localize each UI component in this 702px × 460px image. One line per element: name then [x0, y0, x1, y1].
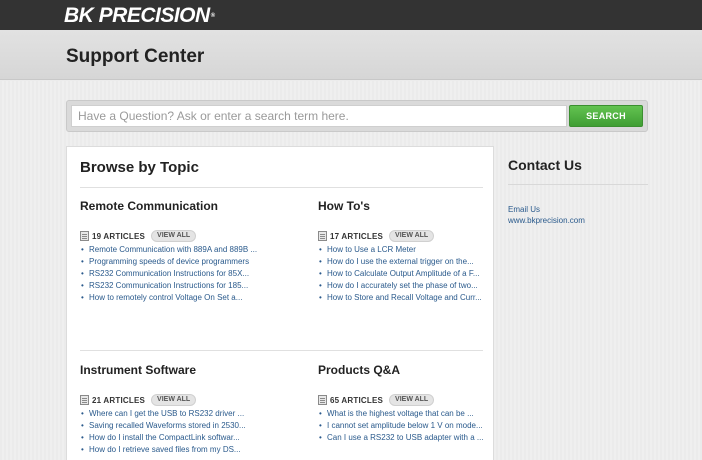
website-link[interactable]: www.bkprecision.com — [508, 216, 585, 225]
topic-title[interactable]: Instrument Software — [80, 363, 260, 377]
article-link[interactable]: How to Use a LCR Meter — [318, 245, 488, 255]
topic-meta: 21 ARTICLES VIEW ALL — [80, 394, 260, 406]
search-bar: SEARCH — [66, 100, 648, 132]
article-link[interactable]: I cannot set amplitude below 1 V on mode… — [318, 421, 488, 431]
article-link[interactable]: Programming speeds of device programmers — [80, 257, 260, 267]
divider — [80, 350, 483, 351]
article-link[interactable]: Can I use a RS232 to USB adapter with a … — [318, 433, 488, 443]
article-link[interactable]: How to Store and Recall Voltage and Curr… — [318, 293, 488, 303]
view-all-button[interactable]: VIEW ALL — [151, 230, 197, 242]
topic-instrument-software: Instrument Software 21 ARTICLES VIEW ALL… — [80, 363, 260, 457]
topic-products-qa: Products Q&A 65 ARTICLES VIEW ALL What i… — [318, 363, 488, 445]
topic-title[interactable]: Remote Communication — [80, 199, 260, 213]
view-all-button[interactable]: VIEW ALL — [151, 394, 197, 406]
article-list: How to Use a LCR Meter How do I use the … — [318, 245, 488, 303]
article-count: 65 ARTICLES — [330, 395, 384, 405]
divider — [508, 184, 648, 185]
top-bar: BK PRECISION® — [0, 0, 702, 30]
divider — [80, 187, 483, 188]
view-all-button[interactable]: VIEW ALL — [389, 230, 435, 242]
article-link[interactable]: How do I retrieve saved files from my DS… — [80, 445, 260, 455]
topic-title[interactable]: How To's — [318, 199, 488, 213]
article-link[interactable]: How do I install the CompactLink softwar… — [80, 433, 260, 443]
logo-text: BK PRECISION — [64, 4, 210, 27]
topic-meta: 19 ARTICLES VIEW ALL — [80, 230, 260, 242]
document-icon — [80, 395, 89, 405]
article-count: 19 ARTICLES — [92, 231, 146, 241]
article-list: What is the highest voltage that can be … — [318, 409, 488, 443]
article-list: Remote Communication with 889A and 889B … — [80, 245, 260, 303]
search-button[interactable]: SEARCH — [569, 105, 643, 127]
article-count: 17 ARTICLES — [330, 231, 384, 241]
article-link[interactable]: RS232 Communication Instructions for 85X… — [80, 269, 260, 279]
article-count: 21 ARTICLES — [92, 395, 146, 405]
article-link[interactable]: What is the highest voltage that can be … — [318, 409, 488, 419]
topic-meta: 65 ARTICLES VIEW ALL — [318, 394, 488, 406]
article-list: Where can I get the USB to RS232 driver … — [80, 409, 260, 455]
trademark-mark: ® — [210, 13, 215, 19]
article-link[interactable]: How do I accurately set the phase of two… — [318, 281, 488, 291]
document-icon — [318, 395, 327, 405]
search-input[interactable] — [71, 105, 567, 127]
article-link[interactable]: RS232 Communication Instructions for 185… — [80, 281, 260, 291]
article-link[interactable]: How to Calculate Output Amplitude of a F… — [318, 269, 488, 279]
article-link[interactable]: Saving recalled Waveforms stored in 2530… — [80, 421, 260, 431]
article-link[interactable]: Where can I get the USB to RS232 driver … — [80, 409, 260, 419]
topic-how-tos: How To's 17 ARTICLES VIEW ALL How to Use… — [318, 199, 488, 305]
document-icon — [80, 231, 89, 241]
topic-meta: 17 ARTICLES VIEW ALL — [318, 230, 488, 242]
browse-by-topic-panel: Browse by Topic Remote Communication 19 … — [66, 146, 494, 460]
topic-title[interactable]: Products Q&A — [318, 363, 488, 377]
article-link[interactable]: How to remotely control Voltage On Set a… — [80, 293, 260, 303]
document-icon — [318, 231, 327, 241]
email-us-link[interactable]: Email Us — [508, 205, 540, 214]
article-link[interactable]: How do I use the external trigger on the… — [318, 257, 488, 267]
topic-remote-communication: Remote Communication 19 ARTICLES VIEW AL… — [80, 199, 260, 305]
title-bar: Support Center — [0, 30, 702, 80]
view-all-button[interactable]: VIEW ALL — [389, 394, 435, 406]
bk-precision-logo[interactable]: BK PRECISION® — [64, 5, 215, 27]
article-link[interactable]: Remote Communication with 889A and 889B … — [80, 245, 260, 255]
browse-title: Browse by Topic — [80, 159, 199, 176]
contact-title: Contact Us — [508, 157, 582, 173]
page-title: Support Center — [66, 46, 205, 67]
